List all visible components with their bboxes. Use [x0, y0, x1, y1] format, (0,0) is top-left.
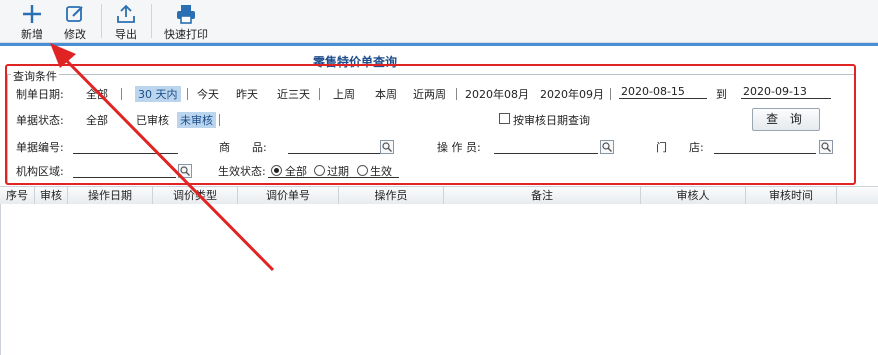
- column-header[interactable]: 审核人: [641, 187, 746, 204]
- export-button-label: 导出: [115, 28, 137, 41]
- new-button-label: 新增: [21, 28, 43, 41]
- grid-body[interactable]: [0, 204, 878, 355]
- edit-icon: [57, 3, 93, 25]
- export-icon: [108, 3, 144, 25]
- grid-header: 序号 审核 操作日期 调价类型 调价单号 操作员 备注 审核人 审核时间: [0, 186, 878, 205]
- toolbar-divider: [151, 4, 152, 38]
- toolbar: 新增 修改 导出 快速打印: [0, 0, 878, 43]
- toolbar-divider: [101, 4, 102, 38]
- printer-icon: [158, 3, 214, 25]
- column-header[interactable]: 操作员: [339, 187, 444, 204]
- column-header[interactable]: 操作日期: [68, 187, 153, 204]
- edit-button-label: 修改: [64, 28, 86, 41]
- edit-button[interactable]: 修改: [57, 3, 93, 41]
- column-header[interactable]: 调价类型: [153, 187, 238, 204]
- column-header[interactable]: 序号: [0, 187, 35, 204]
- plus-icon: [14, 3, 50, 25]
- export-button[interactable]: 导出: [108, 3, 144, 41]
- accent-bar: [0, 43, 878, 46]
- column-header[interactable]: 调价单号: [238, 187, 339, 204]
- annotation-highlight-box: [5, 64, 856, 185]
- column-header[interactable]: 审核时间: [746, 187, 837, 204]
- new-button[interactable]: 新增: [14, 3, 50, 41]
- quick-print-button-label: 快速打印: [164, 28, 208, 41]
- column-header[interactable]: 备注: [444, 187, 641, 204]
- column-header[interactable]: 审核: [35, 187, 68, 204]
- quick-print-button[interactable]: 快速打印: [158, 3, 214, 41]
